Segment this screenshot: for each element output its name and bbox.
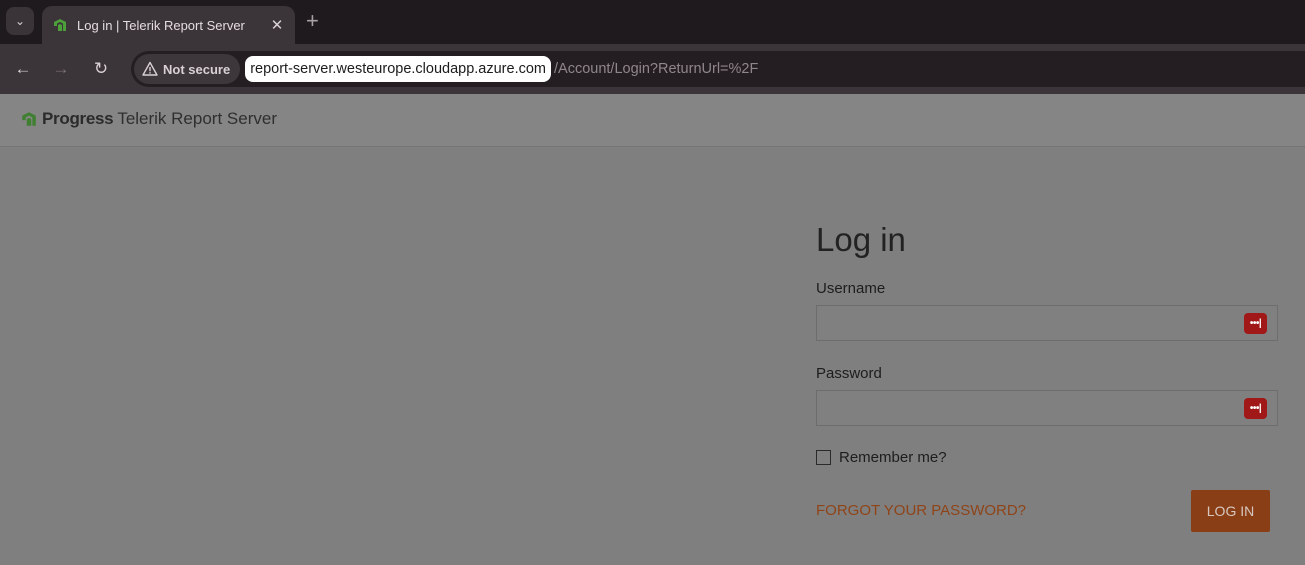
forgot-password-link[interactable]: FORGOT YOUR PASSWORD?: [816, 502, 1026, 519]
remember-me-checkbox[interactable]: [816, 450, 831, 465]
login-button[interactable]: LOG IN: [1191, 490, 1270, 532]
progress-logo-icon: [22, 112, 36, 126]
reload-icon[interactable]: ↻: [89, 57, 113, 81]
page-header: Progress Telerik Report Server: [0, 94, 1305, 147]
url-host[interactable]: report-server.westeurope.cloudapp.azure.…: [245, 56, 551, 82]
remember-me-label[interactable]: Remember me?: [839, 449, 947, 466]
browser-tabstrip: ⌄ Log in | Telerik Report Server ✕ +: [0, 0, 1305, 44]
new-tab-icon[interactable]: +: [306, 9, 319, 33]
page-title: Log in: [816, 221, 906, 258]
back-arrow-icon[interactable]: ←: [11, 57, 35, 81]
forward-arrow-icon[interactable]: →: [49, 57, 73, 81]
security-indicator[interactable]: Not secure: [134, 54, 241, 84]
brand-logo-link[interactable]: Progress Telerik Report Server: [20, 109, 277, 129]
password-label: Password: [816, 365, 882, 382]
username-field[interactable]: •••|: [816, 305, 1278, 341]
progress-logo-icon: [54, 19, 66, 31]
username-label: Username: [816, 280, 886, 297]
page-content: Log in Username •••| Password •••| Remem…: [0, 148, 1305, 565]
security-label: Not secure: [163, 61, 231, 77]
login-form: Log in Username •••| Password •••| Remem…: [816, 221, 1278, 532]
browser-tab-active[interactable]: Log in | Telerik Report Server ✕: [42, 6, 295, 44]
login-actions: FORGOT YOUR PASSWORD? LOG IN: [816, 490, 1278, 532]
password-field[interactable]: •••|: [816, 390, 1278, 426]
tab-title: Log in | Telerik Report Server: [77, 17, 245, 33]
tab-close-icon[interactable]: ✕: [265, 16, 289, 34]
address-bar[interactable]: Not secure report-server.westeurope.clou…: [131, 51, 1305, 87]
password-manager-icon[interactable]: •••|: [1244, 313, 1267, 334]
password-manager-icon[interactable]: •••|: [1244, 398, 1267, 419]
brand-progress-text: Progress: [42, 109, 114, 128]
browser-toolbar: ← → ↻ Not secure report-server.westeurop…: [0, 44, 1305, 94]
warning-triangle-icon: [142, 61, 158, 76]
remember-me-row[interactable]: Remember me?: [816, 449, 1278, 466]
url-path[interactable]: /Account/Login?ReturnUrl=%2F: [554, 61, 758, 77]
tab-search-chevron-icon[interactable]: ⌄: [6, 7, 34, 35]
brand-product-text: Telerik Report Server: [117, 109, 277, 128]
